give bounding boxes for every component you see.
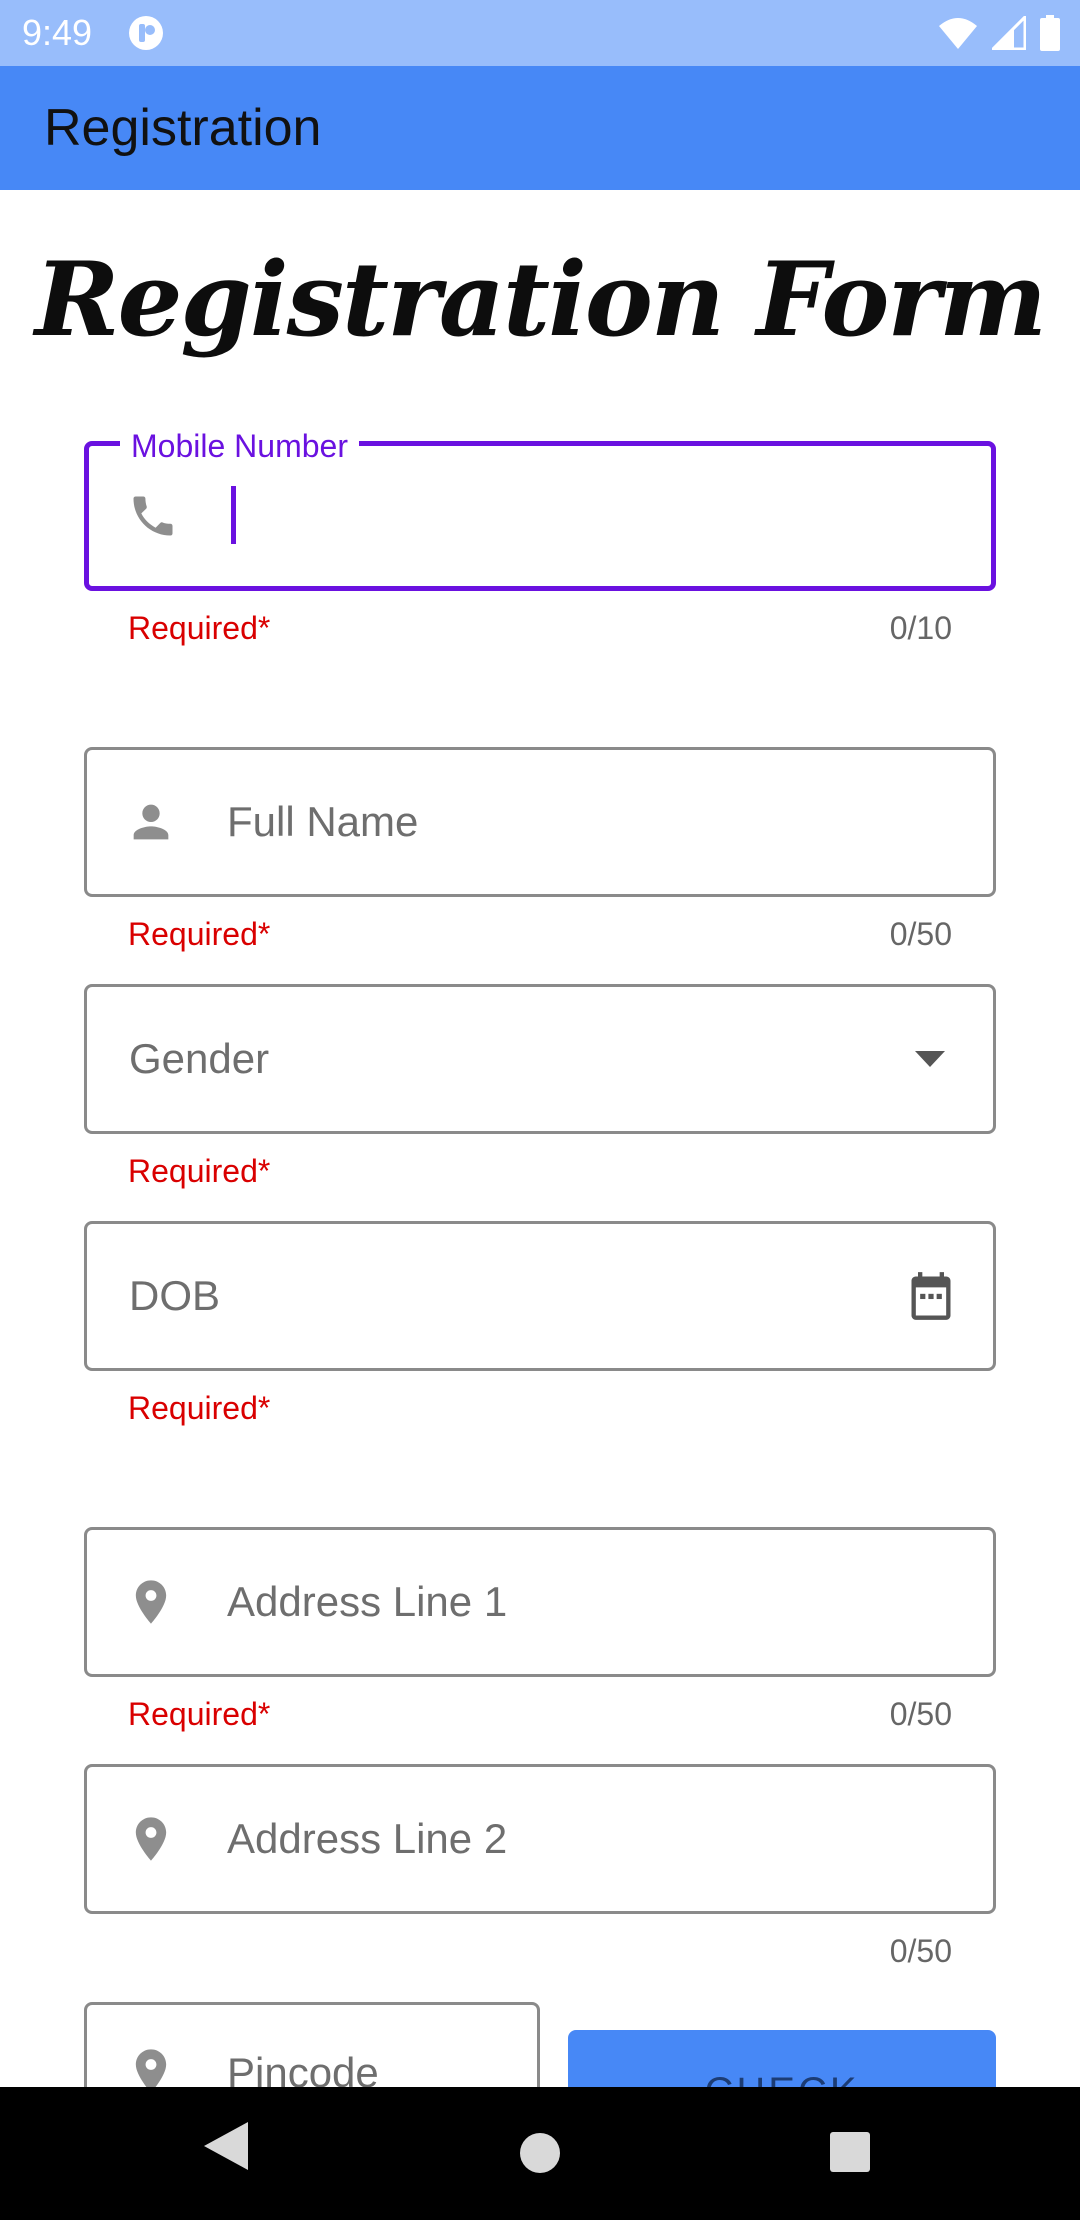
location-pin-icon: [135, 1580, 167, 1624]
gender-placeholder: Gender: [129, 1035, 270, 1082]
home-icon[interactable]: [519, 2132, 561, 2174]
battery-icon: [1040, 15, 1060, 51]
dob-field[interactable]: DOB: [84, 1221, 996, 1371]
mobile-number-label: Mobile Number: [120, 418, 359, 474]
dob-placeholder: DOB: [129, 1272, 221, 1319]
text-cursor: [231, 486, 236, 544]
dob-required-helper: Required*: [128, 1390, 271, 1426]
location-pin-icon: [135, 1817, 167, 1861]
address-line-2-field[interactable]: Address Line 2: [84, 1764, 996, 1914]
phone-icon: [133, 496, 173, 536]
mobile-required-helper: Required*: [128, 610, 271, 646]
address-line-1-char-counter: 0/50: [889, 1696, 952, 1732]
mobile-char-counter: 0/10: [889, 610, 952, 646]
wifi-icon: [939, 18, 977, 49]
full-name-field[interactable]: Full Name: [84, 747, 996, 897]
recents-icon[interactable]: [830, 2132, 870, 2172]
form-title: Registration Form: [34, 240, 1047, 360]
address-line-2-placeholder: Address Line 2: [227, 1815, 508, 1862]
full-name-placeholder: Full Name: [227, 798, 419, 845]
status-time: 9:49: [22, 12, 93, 53]
back-icon[interactable]: [204, 2122, 248, 2170]
full-name-required-helper: Required*: [128, 916, 271, 952]
person-icon: [133, 804, 169, 840]
gender-dropdown[interactable]: Gender: [84, 984, 996, 1134]
address-line-1-required-helper: Required*: [128, 1696, 271, 1732]
address-line-1-field[interactable]: Address Line 1: [84, 1527, 996, 1677]
gender-required-helper: Required*: [128, 1153, 271, 1189]
status-icons: [938, 14, 1060, 52]
dropdown-arrow-icon: [915, 1051, 945, 1067]
address-line-1-placeholder: Address Line 1: [227, 1578, 508, 1625]
full-name-char-counter: 0/50: [889, 916, 952, 952]
address-line-2-char-counter: 0/50: [889, 1933, 952, 1969]
signal-icon: [992, 16, 1026, 50]
app-bar-title: Registration: [44, 99, 322, 157]
notification-app-icon: [128, 15, 164, 51]
calendar-icon[interactable]: [905, 1267, 957, 1325]
